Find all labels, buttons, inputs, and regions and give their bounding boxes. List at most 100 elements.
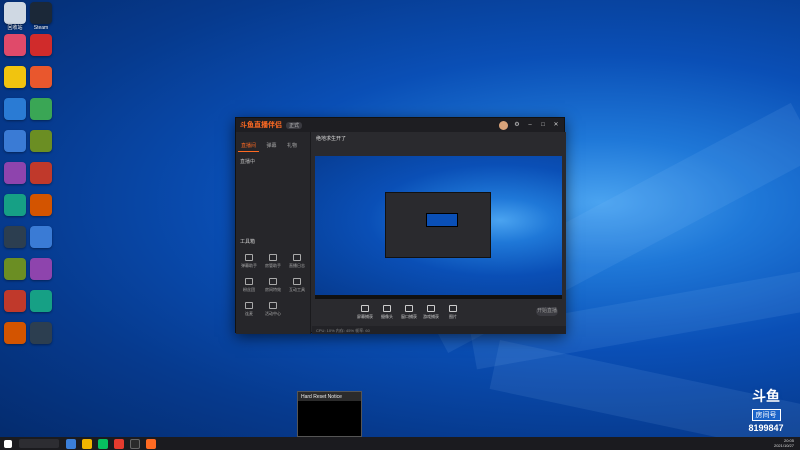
app-icon[interactable] (30, 258, 52, 280)
tool-label: 房间特效 (265, 287, 281, 292)
capture-control[interactable]: 屏幕捕获 (355, 304, 375, 320)
app-icon[interactable] (30, 226, 52, 248)
control-bar: 屏幕捕获 摄像头 窗口捕获 游戏捕获 图片 (315, 302, 562, 322)
app-icon[interactable] (4, 322, 26, 344)
tools-heading: 工具箱 (240, 239, 256, 245)
left-panel: 直播间 弹幕 礼物 直播中 工具箱 弹幕助手 房管助手 直播日志粉丝团 房间特效 互动工… (236, 132, 311, 334)
tool-icon (293, 278, 301, 285)
app-icon-8[interactable] (30, 98, 52, 120)
capture-control[interactable]: 摄像头 (377, 304, 397, 320)
capture-control[interactable]: 窗口捕获 (399, 304, 419, 320)
tool-item[interactable]: 房管助手 (263, 254, 283, 269)
app-icon-7[interactable] (4, 98, 26, 120)
recycle-bin-icon[interactable] (4, 2, 26, 24)
app-icon[interactable] (4, 130, 26, 152)
status-bar: CPU: 10% 内存: 45% 帧率: 60 (312, 326, 566, 334)
tool-label: 粉丝团 (243, 287, 255, 292)
tool-item[interactable]: 房间特效 (263, 278, 283, 293)
streaming-app-window[interactable]: 斗鱼直播伴侣 正式 ⚙ – □ ✕ 直播间 弹幕 礼物 直播中 工具箱 弹幕助手… (235, 117, 566, 334)
app-icon[interactable] (4, 290, 26, 312)
tool-item[interactable]: 活动中心 (263, 302, 283, 317)
control-label: 摄像头 (381, 313, 393, 319)
app-icon[interactable] (30, 130, 52, 152)
stream-preview[interactable] (315, 156, 562, 299)
app-logo: 斗鱼直播伴侣 (240, 122, 282, 129)
app-icon[interactable] (4, 194, 26, 216)
app-icon[interactable] (30, 194, 52, 216)
tab-danmu[interactable]: 弹幕 (263, 140, 279, 151)
tool-label: 活动中心 (265, 311, 281, 316)
control-label: 窗口捕获 (401, 313, 417, 319)
nested-app-window (385, 192, 491, 258)
tool-icon (245, 302, 253, 309)
watermark-room-label: 房间号 (751, 409, 781, 421)
app-icon[interactable] (4, 226, 26, 248)
tool-label: 房管助手 (265, 263, 281, 268)
tab-live-room[interactable]: 直播间 (238, 140, 260, 152)
watermark-logo: 斗鱼 (752, 388, 780, 404)
main-panel: 绝地求生开了 屏幕捕获 摄像头 窗口捕获 游戏捕获 图片 开始直播 CPU: 10% 内… (312, 132, 566, 334)
control-icon (449, 304, 457, 312)
tool-label: 互动工具 (289, 287, 305, 292)
nested-preview (426, 213, 458, 227)
app-titlebar: 斗鱼直播伴侣 正式 ⚙ – □ ✕ (236, 118, 564, 132)
tool-item[interactable]: 弹幕助手 (239, 254, 259, 269)
tool-icon (245, 254, 253, 261)
control-label: 屏幕捕获 (357, 313, 373, 319)
avatar[interactable] (499, 120, 508, 130)
clock-date: 2021/10/27 (773, 443, 794, 448)
desktop-icon-label: Steam (33, 25, 49, 31)
douyu-watermark: 斗鱼 房间号 8199847 (742, 388, 790, 433)
live-status: 直播中 (240, 159, 256, 165)
tool-icon (269, 302, 277, 309)
app-icon-3[interactable] (4, 34, 26, 56)
control-label: 游戏捕获 (423, 313, 439, 319)
preview-taskbar (315, 295, 562, 299)
app-icon-4[interactable] (30, 34, 52, 56)
app-icon-5[interactable] (4, 66, 26, 88)
maximize-icon[interactable]: □ (539, 121, 547, 129)
tool-label: 弹幕助手 (241, 263, 257, 268)
app-icon[interactable] (30, 162, 52, 184)
tool-icon (293, 254, 301, 261)
tool-icon (269, 254, 277, 261)
app-icon-2[interactable] (30, 2, 52, 24)
control-label: 图片 (449, 313, 457, 319)
settings-icon[interactable]: ⚙ (513, 121, 521, 129)
minimize-icon[interactable]: – (526, 121, 534, 129)
edge-icon[interactable] (66, 438, 76, 449)
tool-item[interactable]: 连麦 (239, 302, 259, 317)
start-icon[interactable] (4, 439, 12, 448)
control-icon (361, 304, 369, 312)
tool-icon (245, 278, 253, 285)
watermark-room-number: 8199847 (748, 423, 784, 433)
control-icon (383, 304, 391, 312)
tab-gifts[interactable]: 礼物 (284, 140, 300, 151)
app-icon[interactable] (4, 258, 26, 280)
douyu-taskbar-icon[interactable] (146, 438, 156, 449)
steam-taskbar-icon[interactable] (130, 438, 140, 449)
app-icon-6[interactable] (30, 66, 52, 88)
tool-label: 连麦 (245, 311, 253, 316)
app-icon[interactable] (30, 290, 52, 312)
search-box[interactable] (19, 439, 59, 448)
explorer-icon[interactable] (82, 438, 92, 449)
system-clock[interactable]: 20:05 2021/10/27 (774, 438, 794, 448)
app-icon[interactable] (4, 162, 26, 184)
app-icon[interactable] (30, 322, 52, 344)
capture-control[interactable]: 图片 (443, 304, 463, 320)
hard-reset-notice-window[interactable]: Hard Reset Notice (297, 391, 362, 437)
stream-title[interactable]: 绝地求生开了 (312, 132, 566, 144)
tool-item[interactable]: 粉丝团 (239, 278, 259, 293)
capture-control[interactable]: 游戏捕获 (421, 304, 441, 320)
wechat-icon[interactable] (98, 438, 108, 449)
tool-item[interactable]: 直播日志 (287, 254, 307, 269)
tool-label: 直播日志 (289, 263, 305, 268)
app-taskbar-icon[interactable] (114, 438, 124, 449)
close-icon[interactable]: ✕ (552, 121, 560, 129)
start-live-button[interactable]: 开始直播 (536, 307, 558, 316)
version-chip[interactable]: 正式 (286, 121, 303, 129)
tool-item[interactable]: 互动工具 (287, 278, 307, 293)
notice-title: Hard Reset Notice (298, 392, 361, 401)
control-icon (405, 304, 413, 312)
